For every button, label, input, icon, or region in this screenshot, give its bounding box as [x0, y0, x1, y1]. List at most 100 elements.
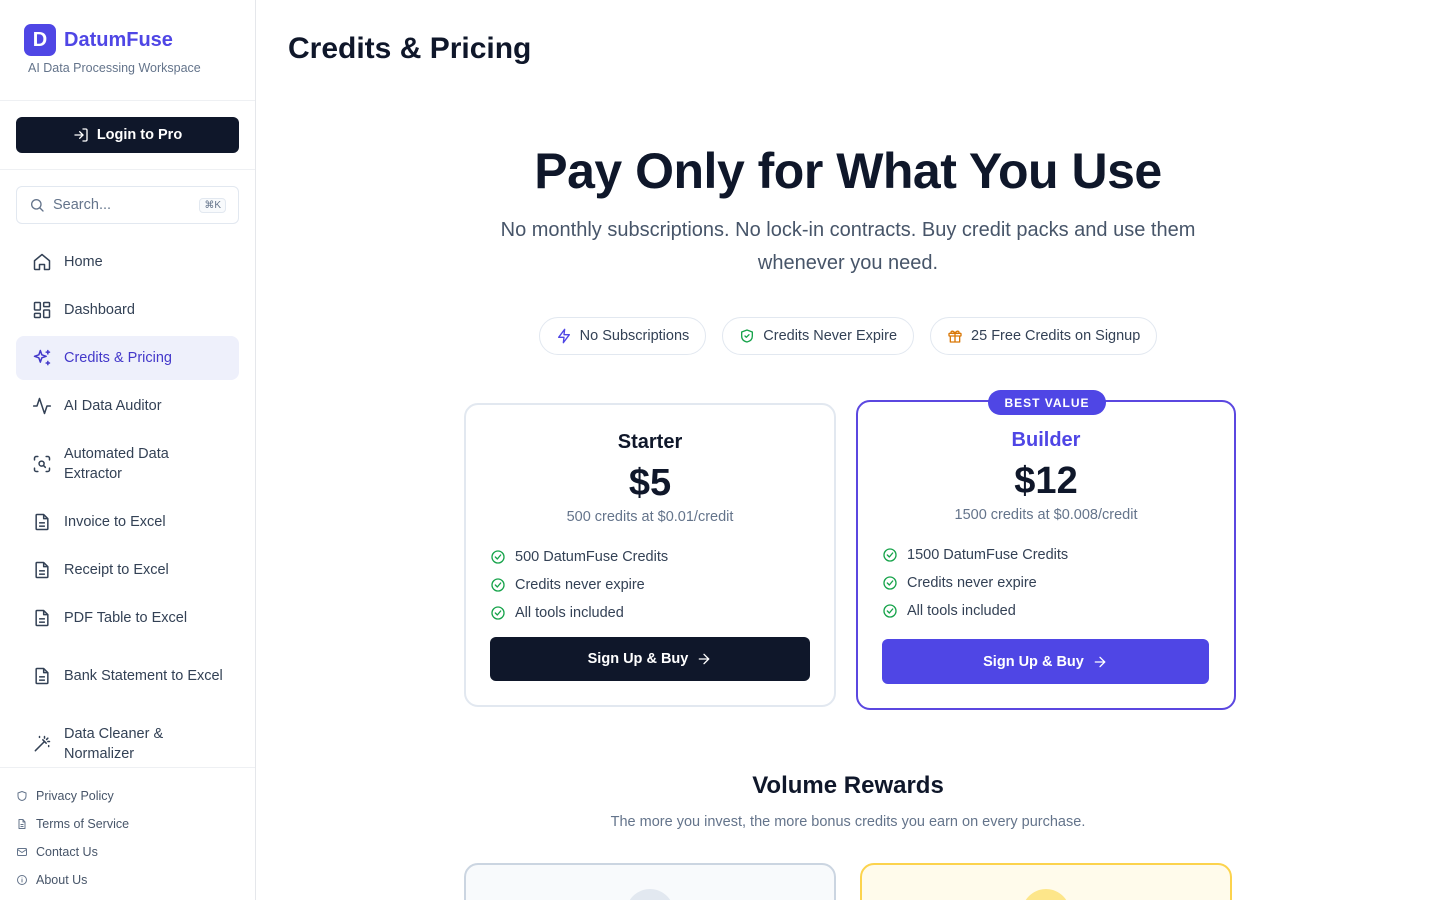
badge-free-credits: 25 Free Credits on Signup	[930, 317, 1158, 355]
search-shortcut: ⌘K	[199, 197, 226, 213]
sidebar-item-pdf-table-to-excel[interactable]: PDF Table to Excel	[16, 596, 239, 640]
sidebar-item-ai-data-auditor[interactable]: AI Data Auditor	[16, 384, 239, 428]
footer-link-label: Terms of Service	[36, 817, 130, 831]
sidebar: D DatumFuse AI Data Processing Workspace…	[0, 0, 256, 900]
plan-feature-label: All tools included	[515, 605, 624, 621]
starter-sign-up-buy-button[interactable]: Sign Up & Buy	[490, 637, 810, 681]
file-icon	[18, 819, 26, 829]
sidebar-item-automated-data-extractor[interactable]: Automated Data Extractor	[16, 432, 239, 496]
best-value-ribbon: BEST VALUE	[988, 390, 1106, 415]
file-icon	[32, 608, 52, 628]
sidebar-item-label: Home	[64, 254, 103, 270]
login-button-label: Login to Pro	[96, 127, 183, 143]
builder-sign-up-buy-button[interactable]: Sign Up & Buy	[882, 639, 1209, 684]
search-input[interactable]: Search... ⌘K	[16, 186, 239, 224]
sidebar-item-home[interactable]: Home	[16, 240, 239, 284]
sidebar-item-label: Automated Data Extractor	[64, 446, 169, 482]
search-section: Search... ⌘K	[0, 170, 255, 224]
sidebar-item-receipt-to-excel[interactable]: Receipt to Excel	[16, 548, 239, 592]
plan-feature: 500 DatumFuse Credits	[490, 543, 834, 571]
file-icon	[32, 560, 52, 580]
gift-icon	[948, 330, 962, 343]
scan-icon	[32, 454, 52, 474]
sidebar-item-label: Invoice to Excel	[64, 514, 166, 530]
sidebar-item-dashboard[interactable]: Dashboard	[16, 288, 239, 332]
wand-icon	[32, 734, 52, 754]
sparkles-icon	[32, 348, 52, 368]
arrow-right-icon	[699, 653, 710, 665]
volume-rewards-title: Volume Rewards	[752, 772, 944, 799]
shield-check-icon	[741, 329, 754, 343]
zap-icon	[557, 328, 570, 344]
tier-badge-circle	[626, 889, 674, 900]
volume-tier-card-silver	[464, 863, 836, 900]
check-circle-icon	[883, 604, 897, 618]
info-icon	[17, 875, 27, 885]
sidebar-item-label: Data Cleaner & Normalizer	[64, 726, 164, 762]
buy-button-label: Sign Up & Buy	[587, 651, 689, 667]
shield-icon	[17, 791, 27, 801]
plan-feature: Credits never expire	[882, 569, 1234, 597]
mail-icon	[17, 848, 27, 856]
plan-feature-label: Credits never expire	[515, 577, 645, 593]
volume-rewards-subtitle: The more you invest, the more bonus cred…	[610, 814, 1086, 830]
plan-feature: 1500 DatumFuse Credits	[882, 541, 1234, 569]
plan-feature: Credits never expire	[490, 571, 834, 599]
volume-tier-card-gold	[860, 863, 1232, 900]
footer-link-about[interactable]: About Us	[16, 866, 239, 894]
footer-link-label: Privacy Policy	[36, 789, 114, 803]
badge-label: 25 Free Credits on Signup	[971, 328, 1141, 344]
footer-link-label: About Us	[36, 873, 88, 887]
plan-description: 1500 credits at $0.008/credit	[954, 507, 1138, 523]
footer-link-terms[interactable]: Terms of Service	[16, 810, 239, 838]
plan-name: Builder	[1011, 429, 1081, 451]
plan-feature-label: Credits never expire	[907, 575, 1037, 591]
home-icon	[32, 252, 52, 272]
check-circle-icon	[491, 606, 505, 620]
sidebar-nav: Home Dashboard Credits & Pricing AI Data…	[0, 224, 255, 776]
sidebar-item-label: Dashboard	[64, 302, 135, 318]
sidebar-footer: Privacy Policy Terms of Service Contact …	[0, 767, 255, 900]
file-icon	[32, 512, 52, 532]
brand-name: DatumFuse	[64, 28, 173, 51]
hero-section: Pay Only for What You Use No monthly sub…	[256, 142, 1440, 280]
login-section: Login to Pro	[0, 101, 255, 170]
check-circle-icon	[883, 548, 897, 562]
search-placeholder: Search...	[53, 197, 112, 213]
sidebar-item-label: Bank Statement to Excel	[64, 668, 223, 684]
plan-features: 500 DatumFuse Credits Credits never expi…	[490, 543, 834, 627]
check-circle-icon	[883, 576, 897, 590]
dashboard-icon	[32, 300, 52, 320]
sidebar-item-credits-pricing[interactable]: Credits & Pricing	[16, 336, 239, 380]
plan-feature: All tools included	[490, 599, 834, 627]
plan-price: $12	[1014, 460, 1078, 502]
brand-header: D DatumFuse AI Data Processing Workspace	[0, 0, 255, 101]
hero-title: Pay Only for What You Use	[534, 143, 1162, 199]
plan-feature-label: 500 DatumFuse Credits	[515, 549, 669, 565]
sidebar-item-label: PDF Table to Excel	[64, 610, 188, 626]
login-icon	[74, 128, 88, 142]
badge-credits-never-expire: Credits Never Expire	[722, 317, 915, 355]
footer-link-privacy[interactable]: Privacy Policy	[16, 782, 239, 810]
brand-subtitle: AI Data Processing Workspace	[28, 61, 201, 75]
plan-price: $5	[628, 462, 672, 504]
badge-label: Credits Never Expire	[763, 328, 898, 344]
plan-feature-label: All tools included	[907, 603, 1016, 619]
buy-button-label: Sign Up & Buy	[983, 653, 1084, 670]
file-icon	[32, 666, 52, 686]
sidebar-item-label: Receipt to Excel	[64, 562, 169, 578]
activity-icon	[32, 396, 52, 416]
search-icon	[31, 199, 44, 212]
plan-card-starter: Starter $5 500 credits at $0.01/credit 5…	[464, 403, 836, 707]
footer-link-label: Contact Us	[36, 845, 98, 859]
login-to-pro-button[interactable]: Login to Pro	[16, 117, 239, 153]
plan-feature: All tools included	[882, 597, 1234, 625]
plan-name: Starter	[617, 431, 683, 453]
badge-no-subscriptions: No Subscriptions	[538, 317, 707, 355]
brand-link[interactable]: D DatumFuse	[24, 24, 231, 56]
check-circle-icon	[491, 578, 505, 592]
sidebar-item-bank-statement-to-excel[interactable]: Bank Statement to Excel	[16, 644, 239, 708]
check-circle-icon	[491, 550, 505, 564]
footer-link-contact[interactable]: Contact Us	[16, 838, 239, 866]
sidebar-item-invoice-to-excel[interactable]: Invoice to Excel	[16, 500, 239, 544]
